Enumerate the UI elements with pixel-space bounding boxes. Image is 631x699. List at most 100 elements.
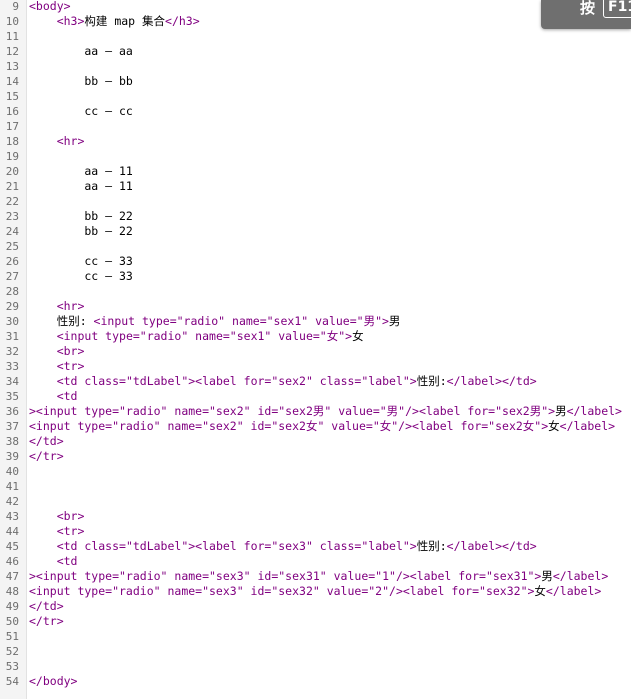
code-text: <td class="tdLabel"><label for="sex2" cl…	[29, 374, 537, 389]
html-tag-token: <td	[56, 554, 78, 568]
code-line[interactable]: 15	[0, 89, 631, 104]
line-number: 50	[5, 615, 19, 628]
line-number: 12	[5, 45, 19, 58]
html-tag-token: </label></td>	[446, 374, 537, 388]
code-line[interactable]: 25	[0, 239, 631, 254]
code-line[interactable]: 29 <hr>	[0, 299, 631, 314]
code-line[interactable]: 46 <td	[0, 554, 631, 569]
html-tag-token: </label></td>	[446, 539, 537, 553]
code-line[interactable]: 14 bb — bb	[0, 74, 631, 89]
code-line[interactable]: 41	[0, 479, 631, 494]
line-number: 28	[5, 285, 19, 298]
html-tag-token: <br>	[56, 344, 85, 358]
code-line[interactable]: 27 cc — 33	[0, 269, 631, 284]
code-line[interactable]: 35 <td	[0, 389, 631, 404]
code-line[interactable]: 23 bb — 22	[0, 209, 631, 224]
code-line[interactable]: 38 </td>	[0, 434, 631, 449]
code-line[interactable]: 18 <hr>	[0, 134, 631, 149]
html-tag-token: ><input type="radio" name="sex2" id="sex…	[29, 404, 556, 418]
plain-text-token: aa — 11	[29, 179, 133, 193]
line-number: 45	[5, 540, 19, 553]
code-line[interactable]: 10 <h3>构建 map 集合</h3>	[0, 14, 631, 29]
code-line[interactable]: 50 </tr>	[0, 614, 631, 629]
code-line[interactable]: 21 aa — 11	[0, 179, 631, 194]
line-number: 51	[5, 630, 19, 643]
html-tag-token: <input type="radio" name="sex3" id="sex3…	[29, 584, 535, 598]
code-text: cc — cc	[29, 104, 133, 119]
code-line[interactable]: 11	[0, 29, 631, 44]
f11-key-badge: F11	[603, 0, 631, 18]
code-line[interactable]: 36 ><input type="radio" name="sex2" id="s…	[0, 404, 631, 419]
html-tag-token: <tr>	[56, 524, 85, 538]
code-line[interactable]: 42	[0, 494, 631, 509]
code-text: aa — 11	[29, 179, 133, 194]
line-number: 29	[5, 300, 19, 313]
line-number: 15	[5, 90, 19, 103]
plain-text-token	[29, 14, 57, 28]
code-line[interactable]: 53	[0, 659, 631, 674]
code-text: aa — aa	[29, 44, 133, 59]
code-line[interactable]: 26 cc — 33	[0, 254, 631, 269]
plain-text-token: cc — cc	[29, 104, 133, 118]
plain-text-token: 男	[388, 314, 401, 328]
code-line[interactable]: 48 <input type="radio" name="sex3" id="se…	[0, 584, 631, 599]
code-line[interactable]: 43 <br>	[0, 509, 631, 524]
code-line[interactable]: 19	[0, 149, 631, 164]
code-line[interactable]: 47 ><input type="radio" name="sex3" id="s…	[0, 569, 631, 584]
line-number: 17	[5, 120, 19, 133]
code-line[interactable]: 28	[0, 284, 631, 299]
code-line[interactable]: 20 aa — 11	[0, 164, 631, 179]
code-text: <br>	[29, 509, 85, 524]
code-text: </td>	[29, 599, 64, 614]
code-line[interactable]: 34 <td class="tdLabel"><label for="sex2"…	[0, 374, 631, 389]
code-line[interactable]: 51	[0, 629, 631, 644]
plain-text-token: 构建 map 集合	[84, 14, 166, 28]
code-text: <input type="radio" name="sex1" value="女…	[29, 329, 364, 344]
code-line[interactable]: 16 cc — cc	[0, 104, 631, 119]
line-number: 25	[5, 240, 19, 253]
code-line[interactable]: 31 <input type="radio" name="sex1" value…	[0, 329, 631, 344]
line-number: 16	[5, 105, 19, 118]
code-line[interactable]: 22	[0, 194, 631, 209]
code-editor[interactable]: 9 <body> 10 <h3>构建 map 集合</h3> 11 12 aa — aa…	[0, 0, 631, 699]
code-line[interactable]: 32 <br>	[0, 344, 631, 359]
line-number: 46	[5, 555, 19, 568]
code-line[interactable]: 30 性别: <input type="radio" name="sex1" v…	[0, 314, 631, 329]
code-line[interactable]: 33 <tr>	[0, 359, 631, 374]
code-line[interactable]: 17	[0, 119, 631, 134]
code-line[interactable]: 40	[0, 464, 631, 479]
html-tag-token: </label>	[545, 584, 602, 598]
code-line[interactable]: 37 <input type="radio" name="sex2" id="se…	[0, 419, 631, 434]
html-tag-token: <tr>	[56, 359, 85, 373]
html-tag-token: </h3>	[165, 14, 200, 28]
plain-text-token	[29, 539, 57, 553]
html-tag-token: <br>	[56, 509, 85, 523]
line-number: 52	[5, 645, 19, 658]
plain-text-token: 性别:	[29, 314, 94, 328]
line-number: 31	[5, 330, 19, 343]
code-line[interactable]: 49 </td>	[0, 599, 631, 614]
plain-text-token: aa — aa	[29, 44, 133, 58]
code-text: bb — 22	[29, 209, 132, 224]
code-text: ><input type="radio" name="sex3" id="sex…	[29, 569, 608, 584]
line-number: 49	[5, 600, 19, 613]
code-line[interactable]: 44 <tr>	[0, 524, 631, 539]
html-tag-token: <hr>	[56, 134, 85, 148]
html-tag-token: ><input type="radio" name="sex3" id="sex…	[29, 569, 542, 583]
line-number: 22	[5, 195, 19, 208]
code-line[interactable]: 13	[0, 59, 631, 74]
code-line[interactable]: 39 </tr>	[0, 449, 631, 464]
code-line[interactable]: 45 <td class="tdLabel"><label for="sex3"…	[0, 539, 631, 554]
code-text: ><input type="radio" name="sex2" id="sex…	[29, 404, 622, 419]
plain-text-token: bb — 22	[29, 224, 133, 238]
line-number: 44	[5, 525, 19, 538]
line-number: 11	[5, 30, 19, 43]
code-text: cc — 33	[29, 254, 132, 269]
code-line[interactable]: 9 <body>	[0, 0, 631, 14]
code-line[interactable]: 12 aa — aa	[0, 44, 631, 59]
plain-text-token: 男	[555, 404, 567, 418]
code-line[interactable]: 52	[0, 644, 631, 659]
code-line[interactable]: 54 </body>	[0, 674, 631, 689]
code-line[interactable]: 24 bb — 22	[0, 224, 631, 239]
line-number: 27	[5, 270, 19, 283]
